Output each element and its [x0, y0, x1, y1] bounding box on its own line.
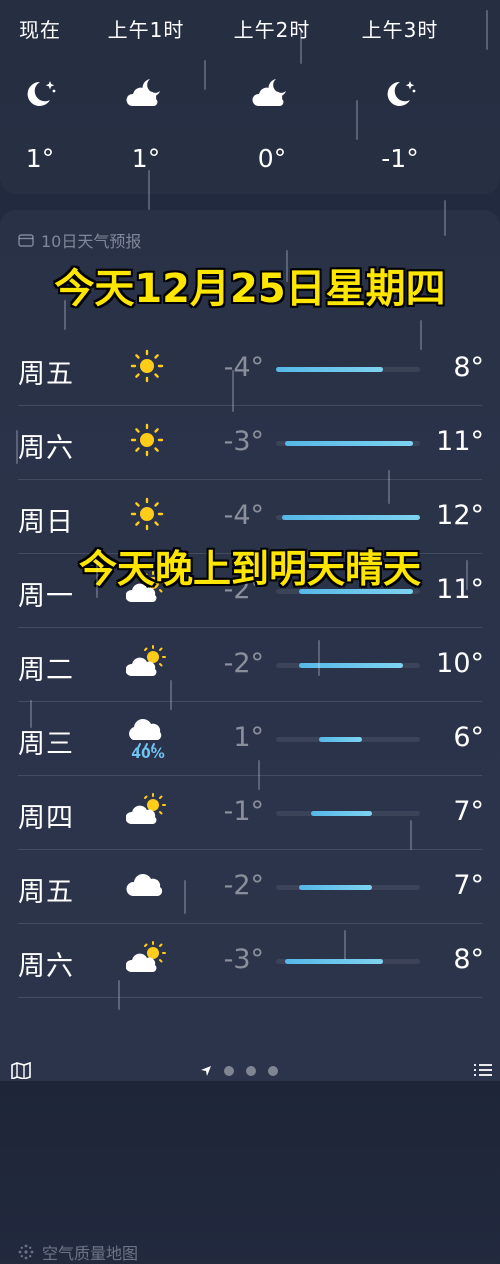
sun-icon	[126, 496, 168, 532]
location-arrow-icon	[201, 1066, 211, 1076]
sun-icon	[126, 422, 168, 458]
partly-cloudy-icon	[125, 940, 168, 976]
moon-cloud-icon	[126, 79, 160, 106]
temp-range-track	[276, 515, 420, 520]
temp-range-bar	[299, 663, 403, 668]
high-temp: 7°	[453, 796, 484, 827]
hour-label: 上午2时	[233, 18, 311, 42]
high-temp: 11°	[436, 426, 484, 457]
forecast-row: 周四 -1° 7°	[0, 776, 500, 850]
forecast-day: 周六	[18, 433, 74, 464]
sun-icon	[126, 348, 168, 384]
forecast-day: 周二	[18, 655, 74, 686]
temp-range-bar	[299, 885, 373, 890]
video-caption-date: 今天12月25日星期四	[54, 266, 446, 312]
page-dot	[268, 1066, 278, 1076]
low-temp: -4°	[223, 352, 264, 383]
temp-range-track	[276, 367, 420, 372]
forecast-row: 周五 -2° 7°	[0, 850, 500, 924]
temp-range-track	[276, 663, 420, 668]
high-temp: 6°	[453, 722, 484, 753]
air-quality-map-link[interactable]: 空气质量地图	[18, 1240, 138, 1264]
forecast-row: 周六 -3° 11°	[0, 406, 500, 480]
hour-temp: 1°	[131, 144, 161, 173]
hour-temp: 1°	[25, 144, 55, 173]
low-temp: 1°	[233, 722, 264, 753]
temp-range-bar	[284, 441, 413, 446]
temp-range-bar	[310, 811, 373, 816]
forecast-day: 周五	[18, 359, 74, 390]
air-quality-icon	[18, 1244, 34, 1260]
low-temp: -1°	[223, 796, 264, 827]
moon-cloud-icon	[252, 79, 286, 106]
partly-cloudy-icon	[125, 792, 168, 828]
temp-range-track	[276, 737, 420, 742]
high-temp: 12°	[436, 500, 484, 531]
high-temp: 8°	[453, 352, 484, 383]
moon-stars-icon	[387, 81, 416, 106]
row-divider	[18, 997, 482, 998]
forecast-row: 周三 40% 1° 6°	[0, 702, 500, 776]
temp-range-track	[276, 885, 420, 890]
partly-cloudy-icon	[125, 644, 168, 680]
calendar-icon	[18, 234, 34, 247]
high-temp: 8°	[453, 944, 484, 975]
forecast-day: 周四	[18, 803, 74, 834]
moon-stars-icon	[27, 81, 56, 106]
high-temp: 7°	[453, 870, 484, 901]
temp-range-track	[276, 959, 420, 964]
low-temp: -4°	[223, 500, 264, 531]
hour-label: 上午3时	[361, 18, 439, 42]
video-caption-weather: 今天晚上到明天晴天	[78, 547, 421, 591]
list-icon[interactable]	[472, 1061, 494, 1079]
page-dot	[224, 1066, 234, 1076]
hour-temp: -1°	[381, 144, 419, 173]
precipitation-chance: 40%	[131, 746, 165, 762]
hour-3am: 上午3时 -1°	[350, 0, 450, 194]
low-temp: -3°	[223, 944, 264, 975]
forecast-day: 周六	[18, 951, 74, 982]
hour-label: 现在	[19, 18, 61, 42]
page-dot	[246, 1066, 256, 1076]
temp-range-track	[276, 441, 420, 446]
hour-temp: 0°	[257, 144, 287, 173]
hour-2am: 上午2时 0°	[222, 0, 322, 194]
forecast-day: 周日	[18, 507, 74, 538]
bottom-toolbar	[0, 1059, 500, 1081]
low-temp: -2°	[223, 870, 264, 901]
forecast-row: 周六 -3° 8°	[0, 924, 500, 998]
forecast-row: 周二 -2° 10°	[0, 628, 500, 702]
hourly-forecast[interactable]: 现在 1° 上午1时 1° 上午2时 0° 上午3时 -1°	[0, 0, 500, 194]
forecast-row: 周五 -4° 8°	[0, 332, 500, 406]
temp-range-bar	[281, 515, 420, 520]
temp-range-bar	[284, 959, 383, 964]
low-temp: -3°	[223, 426, 264, 457]
ten-day-forecast[interactable]: 10日天气预报 周五 -4° 8° 周六 -3° 11° 周日 -4° 12° 周一 -2° 11° 周…	[0, 210, 500, 1263]
temp-range-track	[276, 811, 420, 816]
hour-now: 现在 1°	[0, 0, 90, 194]
forecast-header: 10日天气预报	[18, 228, 141, 252]
temp-range-bar	[276, 367, 383, 372]
air-quality-label: 空气质量地图	[42, 1244, 139, 1263]
low-temp: -2°	[223, 648, 264, 679]
forecast-day: 周三	[18, 729, 74, 760]
high-temp: 10°	[436, 648, 484, 679]
forecast-day: 周五	[18, 877, 74, 908]
hour-1am: 上午1时 1°	[96, 0, 196, 194]
page-indicator[interactable]	[200, 1065, 278, 1077]
forecast-header-label: 10日天气预报	[41, 232, 142, 251]
map-icon[interactable]	[10, 1061, 32, 1079]
hour-label: 上午1时	[107, 18, 185, 42]
cloud-icon	[126, 866, 168, 902]
temp-range-bar	[319, 737, 363, 742]
